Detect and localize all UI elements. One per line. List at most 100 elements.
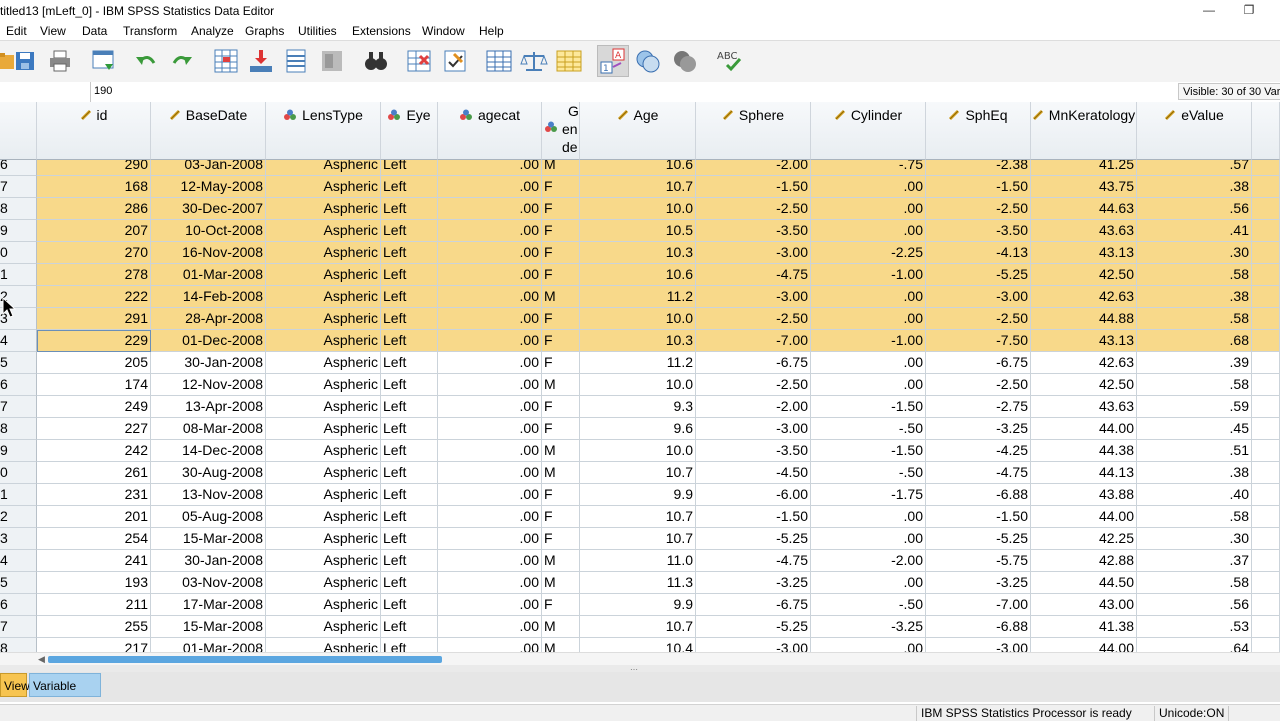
data-cell-id[interactable]: 278 xyxy=(37,264,151,286)
data-cell-sphere[interactable]: -2.50 xyxy=(696,198,811,220)
value-labels-icon[interactable]: A1 xyxy=(597,45,629,77)
data-cell-spheq[interactable]: -3.50 xyxy=(926,220,1031,242)
redo-icon[interactable] xyxy=(166,45,198,77)
menu-window[interactable]: Window xyxy=(422,24,465,38)
data-cell-empty[interactable] xyxy=(1252,550,1280,572)
data-cell-lenstype[interactable]: Aspheric xyxy=(266,462,381,484)
data-cell-age[interactable]: 10.7 xyxy=(580,506,696,528)
data-cell-agecat[interactable]: .00 xyxy=(438,484,542,506)
data-cell-lenstype[interactable]: Aspheric xyxy=(266,374,381,396)
data-cell-sphere[interactable]: -3.00 xyxy=(696,286,811,308)
data-cell-empty[interactable] xyxy=(1252,176,1280,198)
column-header-id[interactable]: id xyxy=(37,102,151,160)
data-cell-basedate[interactable]: 17-Mar-2008 xyxy=(151,594,266,616)
data-cell-empty[interactable] xyxy=(1252,418,1280,440)
data-cell-gender[interactable]: M xyxy=(542,550,580,572)
column-header-empty[interactable] xyxy=(1252,102,1280,160)
table-row[interactable]: 0 270 16-Nov-2008 Aspheric Left .00 F 10.3 -3.00… xyxy=(0,242,1280,264)
column-header-cylinder[interactable]: Cylinder xyxy=(811,102,926,160)
use-sets-icon[interactable] xyxy=(632,45,664,77)
row-number[interactable]: 0 xyxy=(0,242,37,264)
data-cell-mnkeratology[interactable]: 43.63 xyxy=(1031,220,1137,242)
data-cell-cylinder[interactable]: .00 xyxy=(811,506,926,528)
data-cell-evalue[interactable]: .38 xyxy=(1137,462,1252,484)
data-cell-agecat[interactable]: .00 xyxy=(438,308,542,330)
data-cell-spheq[interactable]: -6.88 xyxy=(926,616,1031,638)
data-cell-age[interactable]: 11.3 xyxy=(580,572,696,594)
tab-data-view[interactable]: View xyxy=(0,673,30,697)
minimize-button[interactable]: — xyxy=(1198,2,1220,20)
data-cell-evalue[interactable]: .58 xyxy=(1137,264,1252,286)
data-cell-evalue[interactable]: .56 xyxy=(1137,198,1252,220)
data-cell-gender[interactable]: M xyxy=(542,638,580,652)
menu-graphs[interactable]: Graphs xyxy=(245,24,284,38)
restore-button[interactable]: ❐ xyxy=(1238,2,1260,20)
data-cell-eye[interactable]: Left xyxy=(381,616,438,638)
data-cell-lenstype[interactable]: Aspheric xyxy=(266,352,381,374)
data-cell-agecat[interactable]: .00 xyxy=(438,352,542,374)
data-cell-empty[interactable] xyxy=(1252,506,1280,528)
data-cell-age[interactable]: 10.6 xyxy=(580,264,696,286)
menu-help[interactable]: Help xyxy=(479,24,504,38)
row-number[interactable]: 9 xyxy=(0,440,37,462)
data-cell-sphere[interactable]: -3.50 xyxy=(696,220,811,242)
data-cell-evalue[interactable]: .37 xyxy=(1137,550,1252,572)
data-cell-spheq[interactable]: -1.50 xyxy=(926,176,1031,198)
data-cell-gender[interactable]: M xyxy=(542,462,580,484)
row-number[interactable]: 8 xyxy=(0,638,37,652)
data-cell-mnkeratology[interactable]: 41.38 xyxy=(1031,616,1137,638)
data-cell-spheq[interactable]: -1.50 xyxy=(926,506,1031,528)
data-cell-eye[interactable]: Left xyxy=(381,550,438,572)
data-cell-age[interactable]: 10.3 xyxy=(580,330,696,352)
data-cell-spheq[interactable]: -4.75 xyxy=(926,462,1031,484)
data-cell-spheq[interactable]: -7.50 xyxy=(926,330,1031,352)
table-row[interactable]: 2 201 05-Aug-2008 Aspheric Left .00 F 10.7 -1.50… xyxy=(0,506,1280,528)
data-cell-mnkeratology[interactable]: 44.38 xyxy=(1031,440,1137,462)
data-cell-age[interactable]: 11.0 xyxy=(580,550,696,572)
data-cell-basedate[interactable]: 12-May-2008 xyxy=(151,176,266,198)
data-cell-age[interactable]: 9.6 xyxy=(580,418,696,440)
data-cell-id[interactable]: 254 xyxy=(37,528,151,550)
data-cell-basedate[interactable]: 13-Nov-2008 xyxy=(151,484,266,506)
data-cell-evalue[interactable]: .58 xyxy=(1137,308,1252,330)
data-cell-lenstype[interactable]: Aspheric xyxy=(266,286,381,308)
row-number[interactable]: 4 xyxy=(0,330,37,352)
data-cell-cylinder[interactable]: .00 xyxy=(811,528,926,550)
data-cell-age[interactable]: 10.0 xyxy=(580,374,696,396)
data-cell-empty[interactable] xyxy=(1252,286,1280,308)
data-cell-id[interactable]: 229 xyxy=(37,330,151,352)
data-cell-id[interactable]: 231 xyxy=(37,484,151,506)
data-cell-spheq[interactable]: -3.25 xyxy=(926,418,1031,440)
data-cell-gender[interactable]: F xyxy=(542,528,580,550)
variables-icon[interactable] xyxy=(280,45,312,77)
data-cell-evalue[interactable]: .53 xyxy=(1137,616,1252,638)
data-cell-mnkeratology[interactable]: 43.63 xyxy=(1031,396,1137,418)
data-cell-gender[interactable]: M xyxy=(542,616,580,638)
column-header-mnkeratology[interactable]: MnKeratology xyxy=(1031,102,1137,160)
data-cell-empty[interactable] xyxy=(1252,572,1280,594)
data-cell-id[interactable]: 270 xyxy=(37,242,151,264)
data-cell-eye[interactable]: Left xyxy=(381,374,438,396)
row-number[interactable]: 5 xyxy=(0,352,37,374)
data-cell-evalue[interactable]: .45 xyxy=(1137,418,1252,440)
data-cell-cylinder[interactable]: .00 xyxy=(811,198,926,220)
data-cell-lenstype[interactable]: Aspheric xyxy=(266,330,381,352)
menu-extensions[interactable]: Extensions xyxy=(352,24,411,38)
row-number[interactable]: 7 xyxy=(0,616,37,638)
data-cell-empty[interactable] xyxy=(1252,352,1280,374)
data-cell-eye[interactable]: Left xyxy=(381,176,438,198)
data-cell-empty[interactable] xyxy=(1252,594,1280,616)
data-cell-empty[interactable] xyxy=(1252,484,1280,506)
table-row[interactable]: 7 249 13-Apr-2008 Aspheric Left .00 F 9.3 -2.00-… xyxy=(0,396,1280,418)
data-cell-sphere[interactable]: -4.75 xyxy=(696,550,811,572)
tab-variable-view[interactable]: Variable View xyxy=(29,673,101,717)
data-cell-age[interactable]: 10.0 xyxy=(580,308,696,330)
data-cell-gender[interactable]: M xyxy=(542,374,580,396)
data-cell-empty[interactable] xyxy=(1252,330,1280,352)
data-cell-lenstype[interactable]: Aspheric xyxy=(266,638,381,652)
data-cell-gender[interactable]: F xyxy=(542,506,580,528)
data-cell-gender[interactable]: F xyxy=(542,594,580,616)
data-cell-basedate[interactable]: 14-Feb-2008 xyxy=(151,286,266,308)
table-row[interactable]: 1 231 13-Nov-2008 Aspheric Left .00 F 9.9 -6.00-… xyxy=(0,484,1280,506)
data-cell-basedate[interactable]: 01-Mar-2008 xyxy=(151,638,266,652)
